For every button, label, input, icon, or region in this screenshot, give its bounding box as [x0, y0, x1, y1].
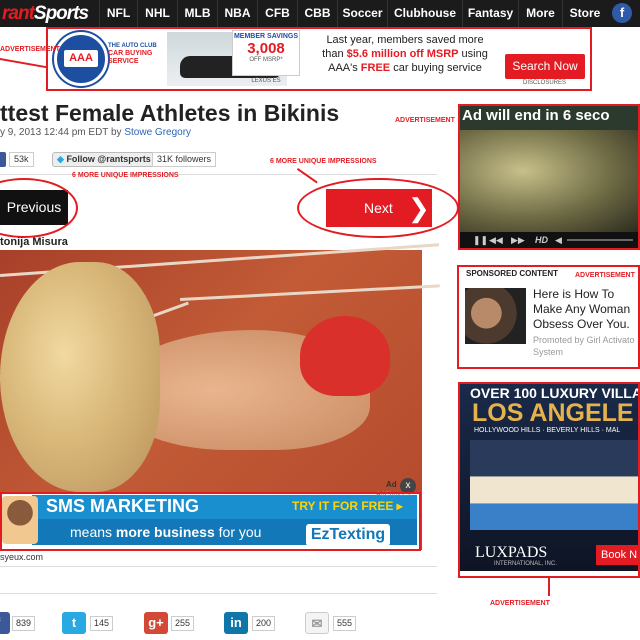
google-plus-share-icon[interactable]: g+ — [144, 612, 168, 634]
photo-bikini — [300, 316, 390, 396]
photo-figure-hair — [0, 262, 160, 492]
twitter-bird-icon: ◆ — [57, 154, 64, 164]
annotation-advertisement-label: ADVERTISEMENT — [395, 117, 455, 124]
annotation-arrow — [296, 168, 318, 184]
annotation-impressions-right: 6 MORE UNIQUE IMPRESSIONS — [270, 158, 377, 165]
annotation-arrow — [0, 58, 48, 69]
site-logo[interactable]: rant Sports — [0, 0, 98, 27]
annotation-box-top-ad — [46, 27, 592, 91]
fb-like-count: 53k — [9, 152, 34, 167]
nav-store[interactable]: Store — [562, 0, 607, 27]
nav-more[interactable]: More — [518, 0, 562, 27]
email-share-icon[interactable]: ✉ — [305, 612, 329, 634]
annotation-box-sms-ad — [0, 492, 421, 551]
nav-clubhouse[interactable]: Clubhouse — [387, 0, 462, 27]
divider — [0, 593, 437, 594]
nav-soccer[interactable]: Soccer — [337, 0, 387, 27]
photo-credit-name: tonija Misura — [0, 236, 68, 248]
annotation-advertisement-label: ADVERTISEMENT — [0, 46, 60, 53]
linkedin-share-icon[interactable]: in — [224, 612, 248, 634]
google-plus-share-count: 255 — [171, 616, 195, 631]
linkedin-share-count: 200 — [252, 616, 276, 631]
annotation-box-sponsored — [457, 265, 640, 369]
annotation-ellipse-next — [297, 178, 459, 238]
nav-mlb[interactable]: MLB — [177, 0, 217, 27]
nav-nhl[interactable]: NHL — [137, 0, 177, 27]
twitter-share-count: 145 — [90, 616, 114, 631]
divider — [0, 566, 437, 567]
track-line — [180, 284, 440, 301]
nav-cbb[interactable]: CBB — [297, 0, 337, 27]
nav-fantasy[interactable]: Fantasy — [462, 0, 518, 27]
annotation-box-video-ad — [458, 104, 640, 250]
annotation-box-lux-ad — [458, 382, 640, 578]
photo-source: syeux.com — [0, 552, 44, 562]
nav-nba[interactable]: NBA — [217, 0, 257, 27]
article-byline: y 9, 2013 12:44 pm EDT by Stowe Gregory — [0, 127, 191, 138]
nav-cfb[interactable]: CFB — [257, 0, 297, 27]
fb-like-icon[interactable] — [0, 152, 6, 167]
ad-label: Ad — [386, 480, 397, 489]
nav-nfl[interactable]: NFL — [99, 0, 137, 27]
annotation-arrow — [548, 578, 550, 596]
facebook-share-icon[interactable]: f — [0, 612, 10, 634]
twitter-follow-button[interactable]: ◆ Follow @rantsports — [52, 152, 156, 167]
logo-rant: rant — [2, 2, 35, 24]
email-share-count: 555 — [333, 616, 357, 631]
twitter-follow-label: Follow @rantsports — [66, 154, 151, 164]
logo-sports: Sports — [33, 2, 89, 24]
twitter-share-icon[interactable]: t — [62, 612, 86, 634]
article-date: y 9, 2013 12:44 pm EDT by — [0, 127, 125, 138]
facebook-share-count: 839 — [12, 616, 36, 631]
twitter-followers-count: 31K followers — [152, 152, 217, 167]
annotation-impressions-left: 6 MORE UNIQUE IMPRESSIONS — [72, 172, 179, 179]
annotation-advertisement-label: ADVERTISEMENT — [490, 600, 550, 607]
author-link[interactable]: Stowe Gregory — [124, 127, 191, 138]
annotation-ellipse-prev — [0, 178, 78, 238]
facebook-icon[interactable]: f — [612, 3, 632, 23]
article-title: ttest Female Athletes in Bikinis — [0, 100, 340, 126]
divider — [0, 174, 437, 175]
